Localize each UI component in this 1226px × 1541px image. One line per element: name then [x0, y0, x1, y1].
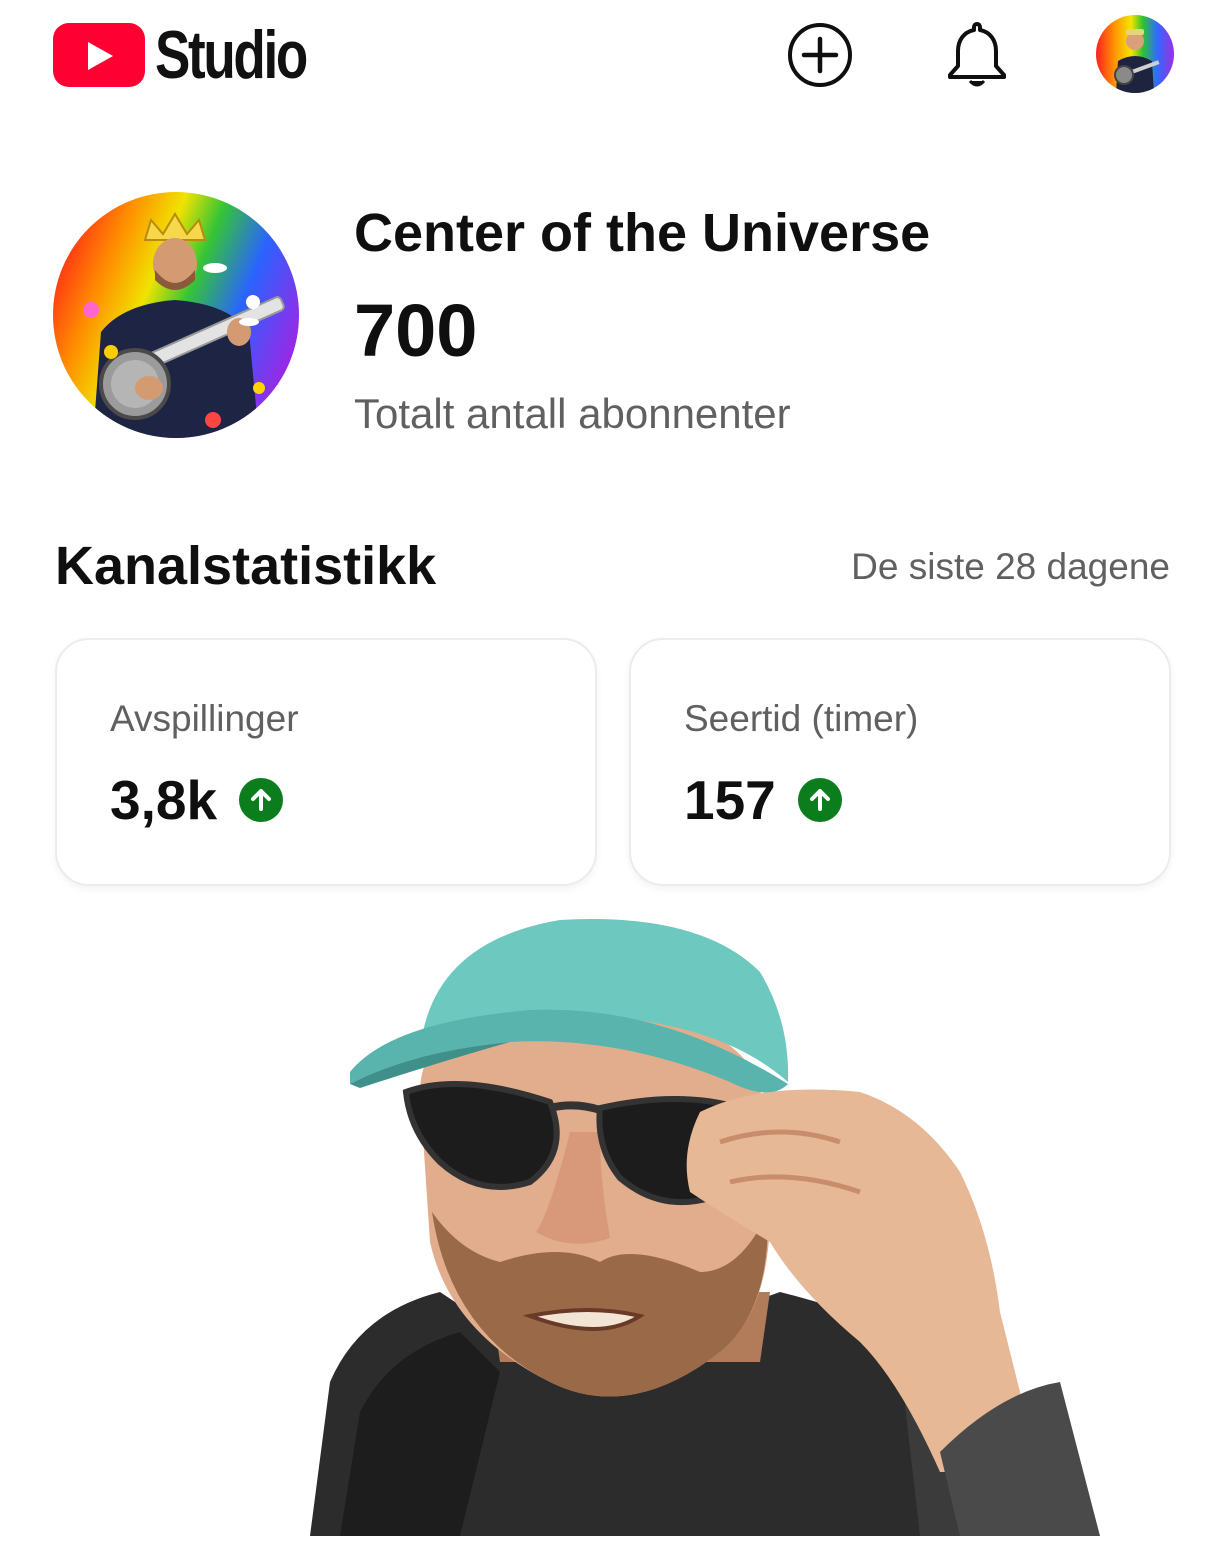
subscriber-label: Totalt antall abonnenter — [354, 390, 791, 437]
bell-icon — [948, 22, 1006, 87]
subscriber-count: 700 — [354, 289, 478, 372]
views-value: 3,8k — [110, 769, 218, 831]
account-avatar-button[interactable] — [1096, 15, 1174, 93]
avatar — [1096, 15, 1174, 93]
watch-time-label: Seertid (timer) — [684, 698, 919, 739]
channel-avatar[interactable] — [53, 192, 299, 438]
app-header: Studio — [0, 0, 1226, 110]
watch-time-card[interactable]: Seertid (timer) 157 — [629, 638, 1171, 886]
overlay-photo-man-in-cap — [300, 912, 1226, 1536]
notifications-button[interactable] — [942, 20, 1012, 90]
channel-name: Center of the Universe — [354, 203, 931, 263]
views-card[interactable]: Avspillinger 3,8k — [55, 638, 597, 886]
views-value-row: 3,8k — [110, 768, 284, 832]
create-button[interactable] — [785, 20, 855, 90]
stats-title: Kanalstatistikk — [55, 536, 437, 596]
youtube-play-icon — [53, 23, 145, 87]
add-circle-icon — [788, 23, 852, 87]
watch-time-value-row: 157 — [684, 768, 842, 832]
trend-up-icon — [797, 778, 842, 822]
studio-logo[interactable]: Studio — [53, 20, 349, 90]
stats-range: De siste 28 dagene — [851, 546, 1170, 587]
trend-up-icon — [239, 778, 284, 822]
views-label: Avspillinger — [110, 698, 299, 739]
app-name: Studio — [155, 17, 308, 93]
watch-time-value: 157 — [684, 769, 776, 831]
channel-summary: Center of the Universe 700 Totalt antall… — [0, 180, 1226, 460]
